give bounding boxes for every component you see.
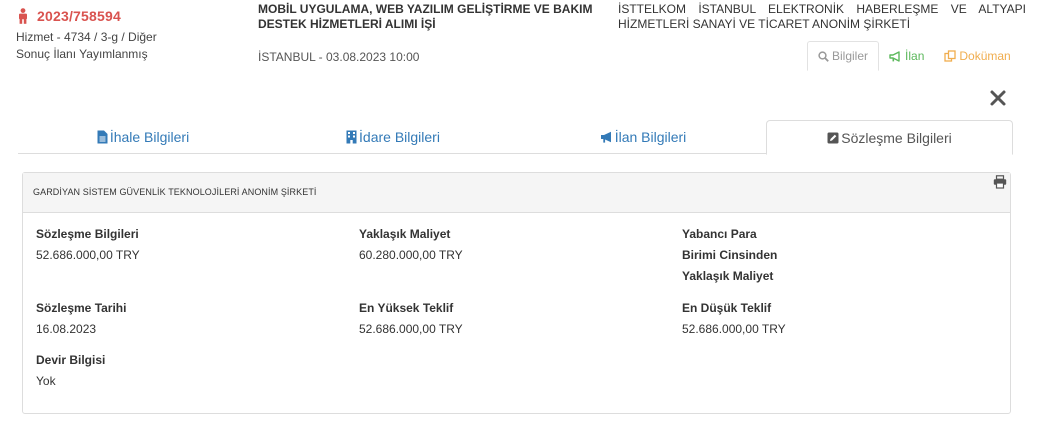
bilgiler-label: Bilgiler [832, 49, 869, 63]
copy-icon [944, 50, 957, 62]
tab-sozlesme-label: Sözleşme Bilgileri [841, 129, 952, 146]
ilan-label: İlan [905, 49, 925, 63]
close-icon[interactable] [988, 88, 1008, 108]
tender-type: Hizmet - 4734 / 3-g / Diğer [16, 30, 157, 44]
building-icon [346, 130, 357, 144]
field-value: 52.686.000,00 TRY [36, 248, 140, 262]
field-value: 52.686.000,00 TRY [682, 322, 786, 336]
field-label: Yaklaşık Maliyet [359, 227, 451, 241]
person-icon [19, 8, 27, 24]
field-sozlesme-bilgileri: Sözleşme Bilgileri 52.686.000,00 TRY [36, 224, 140, 266]
field-label-line3: Yaklaşık Maliyet [682, 269, 774, 283]
print-icon[interactable] [993, 175, 1007, 189]
contracting-authority: İSTTELKOM İSTANBUL ELEKTRONİK HABERLEŞME… [618, 2, 1026, 31]
contract-panel: GARDİYAN SİSTEM GÜVENLİK TEKNOLOJİLERİ A… [22, 172, 1011, 414]
ikn-number: 2023/758594 [37, 8, 121, 24]
tender-header: 2023/758594 Hizmet - 4734 / 3-g / Diğer … [0, 0, 1040, 80]
field-label: Sözleşme Tarihi [36, 301, 127, 315]
field-label-line2: Birimi Cinsinden [682, 248, 778, 262]
dokuman-button[interactable]: Doküman [934, 41, 1020, 71]
ikn-block: 2023/758594 [16, 8, 121, 24]
tab-ilan-bilgileri[interactable]: İlan Bilgileri [593, 120, 693, 154]
field-yabanci-para: Yabancı Para Birimi Cinsinden Yaklaşık M… [682, 224, 777, 287]
dokuman-label: Doküman [959, 49, 1011, 63]
field-yaklasik-maliyet: Yaklaşık Maliyet 60.280.000,00 TRY [359, 224, 463, 266]
tender-actions: Bilgiler İlan Doküman [807, 41, 1021, 71]
tab-idare-bilgileri[interactable]: İdare Bilgileri [338, 120, 448, 154]
megaphone-icon [600, 131, 611, 143]
field-value: 60.280.000,00 TRY [359, 248, 463, 262]
field-en-yuksek-teklif: En Yüksek Teklif 52.686.000,00 TRY [359, 298, 463, 340]
search-icon [818, 50, 829, 62]
field-value: Yok [36, 374, 56, 388]
field-devir-bilgisi: Devir Bilgisi Yok [36, 350, 105, 392]
field-label: En Yüksek Teklif [359, 301, 454, 315]
detail-tabs: İhale Bilgileri İdare Bilgileri İlan Bil… [18, 120, 1013, 155]
field-sozlesme-tarihi: Sözleşme Tarihi 16.08.2023 [36, 298, 126, 340]
field-value: 16.08.2023 [36, 322, 97, 336]
tender-location-date: İSTANBUL - 03.08.2023 10:00 [258, 50, 420, 64]
bilgiler-button[interactable]: Bilgiler [807, 41, 880, 71]
field-value: 52.686.000,00 TRY [359, 322, 463, 336]
tender-status: Sonuç İlanı Yayımlanmış [16, 47, 148, 61]
tab-sozlesme-bilgileri[interactable]: Sözleşme Bilgileri [766, 120, 1013, 155]
field-label: Devir Bilgisi [36, 353, 106, 367]
edit-icon [827, 132, 839, 143]
tab-ilan-label: İlan Bilgileri [614, 129, 687, 145]
field-label: Sözleşme Bilgileri [36, 227, 139, 241]
tender-title: MOBİL UYGULAMA, WEB YAZILIM GELİŞTİRME V… [258, 2, 593, 31]
tab-ihale-label: İhale Bilgileri [109, 129, 190, 145]
file-text-icon [97, 130, 108, 144]
panel-heading: GARDİYAN SİSTEM GÜVENLİK TEKNOLOJİLERİ A… [23, 173, 1010, 213]
contractor-name: GARDİYAN SİSTEM GÜVENLİK TEKNOLOJİLERİ A… [33, 187, 317, 197]
tab-ihale-bilgileri[interactable]: İhale Bilgileri [88, 120, 198, 154]
field-label: En Düşük Teklif [682, 301, 772, 315]
ilan-button[interactable]: İlan [879, 41, 934, 71]
megaphone-icon [889, 50, 900, 62]
field-label-line1: Yabancı Para [682, 227, 757, 241]
field-en-dusuk-teklif: En Düşük Teklif 52.686.000,00 TRY [682, 298, 786, 340]
tab-idare-label: İdare Bilgileri [359, 129, 440, 145]
